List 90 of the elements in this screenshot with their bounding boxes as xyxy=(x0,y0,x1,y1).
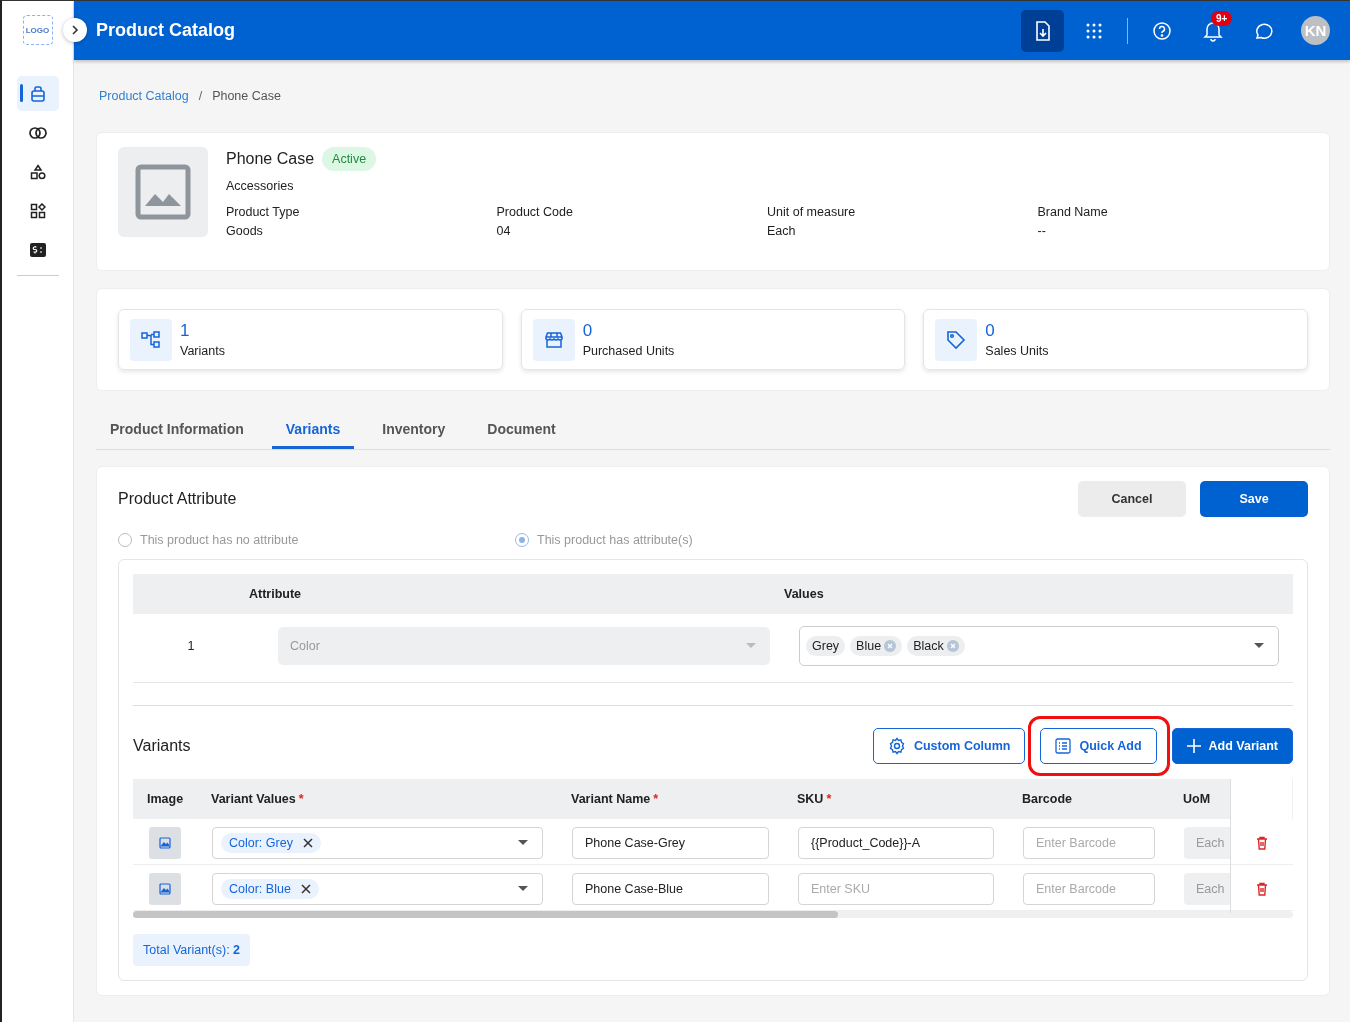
barcode-field[interactable]: Enter Barcode xyxy=(1023,873,1155,905)
sku-field[interactable]: Enter SKU xyxy=(798,873,994,905)
image-placeholder-icon xyxy=(118,147,208,237)
column-header: Variant Values xyxy=(211,792,296,806)
stat-label: Variants xyxy=(180,344,225,358)
tab[interactable]: Inventory xyxy=(368,412,460,449)
uom-field: Each xyxy=(1184,873,1230,905)
product-category: Accessories xyxy=(226,179,295,193)
notification-button[interactable]: 9+ xyxy=(1191,9,1234,52)
field-label: Product Type xyxy=(226,205,301,219)
section-title: Product Attribute xyxy=(118,490,237,508)
image-upload-icon[interactable] xyxy=(149,873,181,905)
remove-icon[interactable] xyxy=(302,838,313,848)
tab[interactable]: Variants xyxy=(271,412,355,449)
page-title: Product Catalog xyxy=(96,20,235,41)
quick-add-button[interactable]: Quick Add xyxy=(1040,728,1157,764)
row-number: 1 xyxy=(186,639,196,653)
variant-name-field[interactable]: Phone Case-Blue xyxy=(572,873,769,905)
product-name: Phone Case xyxy=(226,150,315,168)
breadcrumb-current: Phone Case xyxy=(212,89,281,103)
variant-values-select[interactable]: Color: Blue xyxy=(212,873,543,905)
scrollbar[interactable] xyxy=(133,911,838,918)
dollar-icon xyxy=(29,242,46,257)
caret-icon xyxy=(746,643,756,649)
chevron-right-icon xyxy=(71,25,79,35)
required-mark: * xyxy=(826,792,832,806)
add-variant-button[interactable]: Add Variant xyxy=(1171,728,1293,764)
bag-icon xyxy=(29,84,46,103)
section-title: Variants xyxy=(133,737,191,755)
hierarchy-icon xyxy=(141,329,161,350)
remove-icon[interactable] xyxy=(300,884,311,894)
variant-name-field[interactable]: Phone Case-Grey xyxy=(572,827,769,859)
rings-icon xyxy=(28,125,47,140)
column-header: Values xyxy=(783,587,825,601)
field-label: Product Code xyxy=(496,205,574,219)
logo: LOGO xyxy=(22,15,53,45)
caret-icon xyxy=(1254,643,1264,649)
required-mark: * xyxy=(653,792,659,806)
required-mark: * xyxy=(298,792,304,806)
widgets-icon xyxy=(29,202,46,219)
tab[interactable]: Product Information xyxy=(96,412,258,449)
tab[interactable]: Document xyxy=(473,412,570,449)
uom-field: Each xyxy=(1184,827,1230,859)
variant-values-select[interactable]: Color: Grey xyxy=(212,827,543,859)
barcode-field[interactable]: Enter Barcode xyxy=(1023,827,1155,859)
delete-icon[interactable] xyxy=(1255,882,1268,896)
radio-label: This product has attribute(s) xyxy=(537,533,693,547)
breadcrumb-separator: / xyxy=(198,89,203,103)
chip-label: Color: Grey xyxy=(229,836,293,850)
field-value: Each xyxy=(767,224,797,238)
shapes-icon xyxy=(29,163,46,180)
column-header: Attribute xyxy=(249,587,303,601)
settings-icon xyxy=(887,737,906,755)
plus-icon xyxy=(1186,739,1201,753)
field-value: -- xyxy=(1037,224,1047,238)
save-button[interactable]: Save xyxy=(1200,481,1308,517)
tag-icon xyxy=(946,329,967,350)
store-icon xyxy=(543,329,564,350)
caret-icon xyxy=(518,840,528,846)
delete-icon[interactable] xyxy=(1255,836,1268,850)
field-value: Goods xyxy=(226,224,264,238)
field-value: 04 xyxy=(496,224,512,238)
breadcrumb-link[interactable]: Product Catalog xyxy=(99,89,189,103)
radio-label: This product has no attribute xyxy=(140,533,299,547)
list-icon xyxy=(1055,738,1072,754)
total-variants-tag: Total Variant(s): 2 xyxy=(133,934,251,966)
notification-badge: 9+ xyxy=(1211,10,1233,26)
column-header: Variant Name xyxy=(571,792,651,806)
custom-column-button[interactable]: Custom Column xyxy=(872,728,1026,764)
cancel-button[interactable]: Cancel xyxy=(1078,481,1186,517)
column-header: Barcode xyxy=(1022,792,1073,806)
chip-label: Grey xyxy=(812,639,840,653)
stat-label: Purchased Units xyxy=(582,344,675,358)
stat-label: Sales Units xyxy=(985,344,1049,358)
field-label: Brand Name xyxy=(1037,205,1109,219)
chip-label: Color: Blue xyxy=(229,882,291,896)
stat-value: 0 xyxy=(582,321,594,341)
chip-label: Black xyxy=(913,639,944,653)
caret-icon xyxy=(518,886,528,892)
stat-value: 0 xyxy=(985,321,996,341)
column-header: Image xyxy=(147,792,184,806)
stat-value: 1 xyxy=(180,321,191,341)
status-tag: Active xyxy=(322,147,377,171)
field-label: Unit of measure xyxy=(767,205,857,219)
column-header: UoM xyxy=(1183,792,1211,806)
chip-label: Blue xyxy=(856,639,882,653)
column-header: SKU xyxy=(797,792,824,806)
image-upload-icon[interactable] xyxy=(149,827,181,859)
sku-field[interactable]: {{Product_Code}}-A xyxy=(798,827,994,859)
download-file-icon[interactable] xyxy=(1021,9,1064,52)
